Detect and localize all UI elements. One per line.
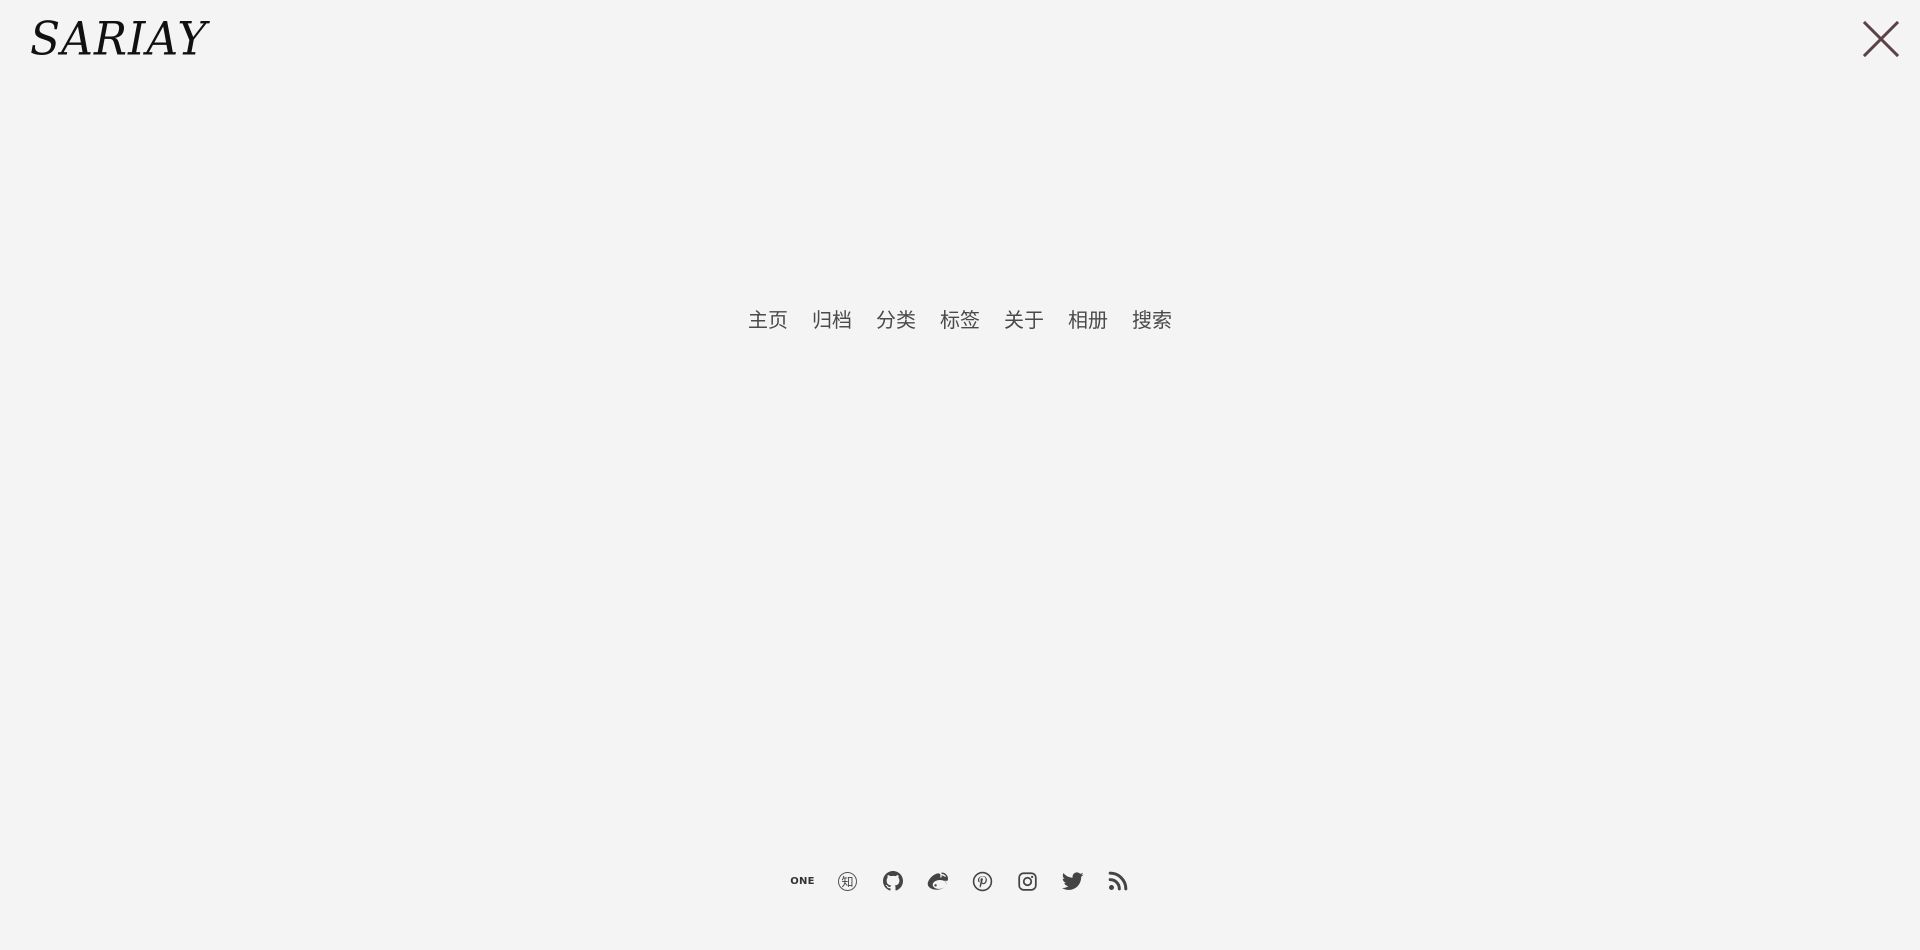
menu-item-about[interactable]: 关于 xyxy=(992,300,1056,340)
close-icon xyxy=(1862,20,1900,58)
close-menu-button[interactable] xyxy=(1856,14,1906,64)
menu-item-gallery[interactable]: 相册 xyxy=(1056,300,1120,340)
github-icon xyxy=(882,871,903,891)
menu-item-search[interactable]: 搜索 xyxy=(1120,300,1184,340)
social-link-twitter[interactable] xyxy=(1050,868,1095,894)
menu-item-home[interactable]: 主页 xyxy=(736,300,800,340)
social-link-github[interactable] xyxy=(870,868,915,894)
social-link-rss[interactable] xyxy=(1095,868,1140,894)
social-link-weibo[interactable] xyxy=(915,868,960,894)
twitter-icon xyxy=(1061,871,1084,890)
pinterest-icon xyxy=(972,871,993,891)
social-link-instagram[interactable] xyxy=(1005,868,1050,894)
site-logo[interactable]: SARIAY xyxy=(30,16,207,63)
social-link-pinterest[interactable] xyxy=(960,868,1005,894)
weibo-icon xyxy=(927,872,948,890)
overlay-menu-page: SARIAY 主页 归档 分类 标签 关于 相册 搜索 ONE 知 xyxy=(0,0,1920,950)
menu-item-archives[interactable]: 归档 xyxy=(800,300,864,340)
rss-icon xyxy=(1108,871,1127,891)
zhihu-icon: 知 xyxy=(838,871,857,891)
menu-item-tags[interactable]: 标签 xyxy=(928,300,992,340)
main-menu: 主页 归档 分类 标签 关于 相册 搜索 xyxy=(0,300,1920,340)
social-links: ONE 知 xyxy=(0,868,1920,894)
social-link-one[interactable]: ONE xyxy=(780,868,825,894)
one-icon: ONE xyxy=(790,875,815,887)
instagram-icon xyxy=(1018,871,1037,891)
menu-item-categories[interactable]: 分类 xyxy=(864,300,928,340)
social-link-zhihu[interactable]: 知 xyxy=(825,868,870,894)
